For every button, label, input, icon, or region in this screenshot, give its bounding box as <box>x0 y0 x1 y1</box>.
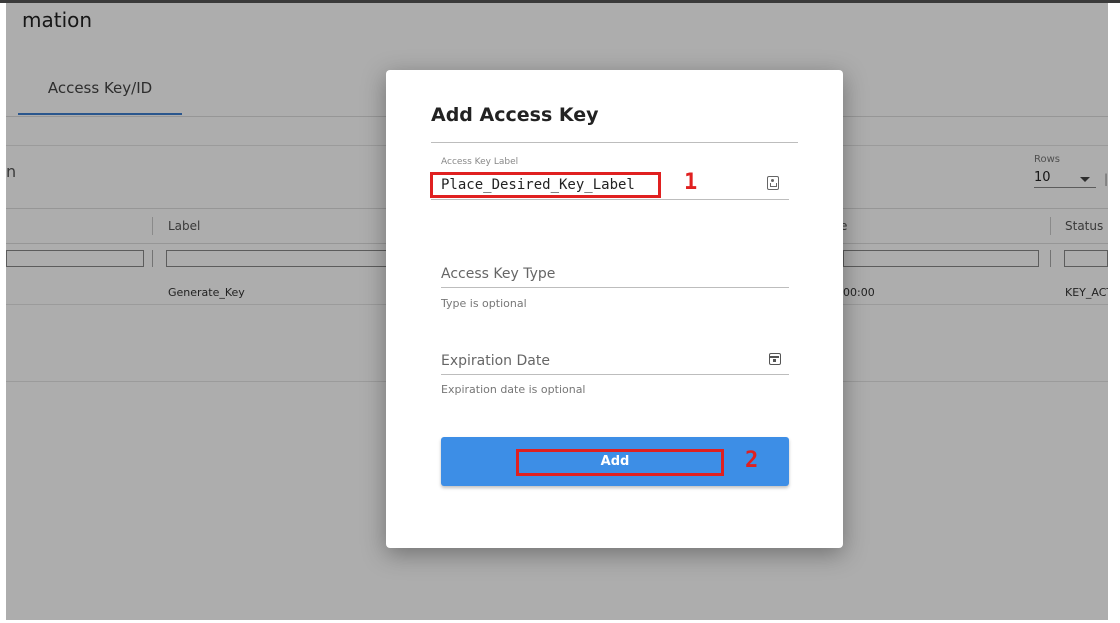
access-key-type-input[interactable] <box>441 262 781 286</box>
expiration-date-underline <box>441 374 789 375</box>
dialog-title: Add Access Key <box>431 104 599 126</box>
access-key-label-underline <box>431 199 789 200</box>
expiration-date-hint: Expiration date is optional <box>441 383 586 396</box>
dialog-title-divider <box>431 142 798 143</box>
screenshot-margin-right <box>1108 3 1120 623</box>
annotation-box-2 <box>516 449 724 476</box>
calendar-icon[interactable] <box>769 353 781 365</box>
access-key-type-hint: Type is optional <box>441 297 527 310</box>
expiration-date-input[interactable] <box>441 349 741 373</box>
contact-card-icon <box>767 176 779 190</box>
access-key-label-caption: Access Key Label <box>441 157 519 167</box>
annotation-marker-2: 2 <box>745 448 759 473</box>
annotation-marker-1: 1 <box>684 170 698 195</box>
annotation-box-1 <box>430 172 661 198</box>
screenshot-margin-left <box>0 3 6 623</box>
access-key-type-underline <box>441 287 789 288</box>
add-access-key-dialog: Add Access Key Access Key Label Type is … <box>386 70 843 548</box>
